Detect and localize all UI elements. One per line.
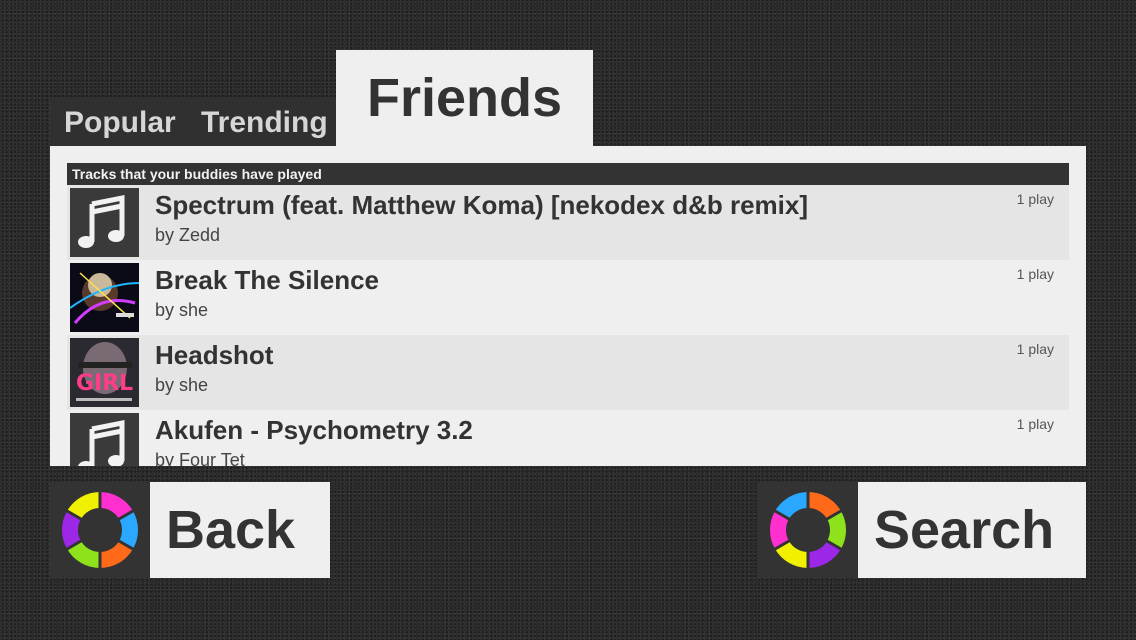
back-label: Back (150, 482, 330, 578)
play-count: 1 play (1016, 191, 1054, 207)
track-title: Akufen - Psychometry 3.2 (155, 415, 473, 445)
track-row[interactable]: Break The Silence by she 1 play (67, 260, 1069, 335)
music-note-icon (70, 413, 139, 466)
search-button[interactable]: Search (758, 482, 1086, 578)
track-row[interactable]: Akufen - Psychometry 3.2 by Four Tet 1 p… (67, 410, 1069, 466)
svg-text:GIRL: GIRL (76, 371, 133, 396)
play-count: 1 play (1016, 416, 1054, 432)
search-label: Search (858, 482, 1086, 578)
play-count: 1 play (1016, 266, 1054, 282)
track-artist: by she (155, 375, 209, 395)
back-button[interactable]: Back (50, 482, 330, 578)
track-artist: by Zedd (155, 225, 221, 245)
panel-header: Tracks that your buddies have played (67, 163, 1069, 185)
track-row[interactable]: GIRL Headshot by she 1 play (67, 335, 1069, 410)
tab-trending[interactable]: Trending (201, 105, 328, 141)
track-list[interactable]: Spectrum (feat. Matthew Koma) [nekodex d… (67, 185, 1069, 466)
album-cover-image (70, 263, 139, 332)
color-ring-icon (758, 482, 858, 578)
tab-popular[interactable]: Popular (64, 105, 176, 141)
track-title: Headshot (155, 340, 274, 370)
music-note-icon (70, 188, 139, 257)
track-title: Break The Silence (155, 265, 379, 295)
track-title: Spectrum (feat. Matthew Koma) [nekodex d… (155, 190, 808, 220)
tab-friends[interactable]: Friends (336, 50, 593, 146)
track-row[interactable]: Spectrum (feat. Matthew Koma) [nekodex d… (67, 185, 1069, 260)
tracks-panel: Tracks that your buddies have played Spe… (50, 146, 1086, 466)
track-artist: by Four Tet (155, 450, 245, 466)
track-artist: by she (155, 300, 209, 320)
play-count: 1 play (1016, 341, 1054, 357)
album-cover-image: GIRL (70, 338, 139, 407)
color-ring-icon (50, 482, 150, 578)
